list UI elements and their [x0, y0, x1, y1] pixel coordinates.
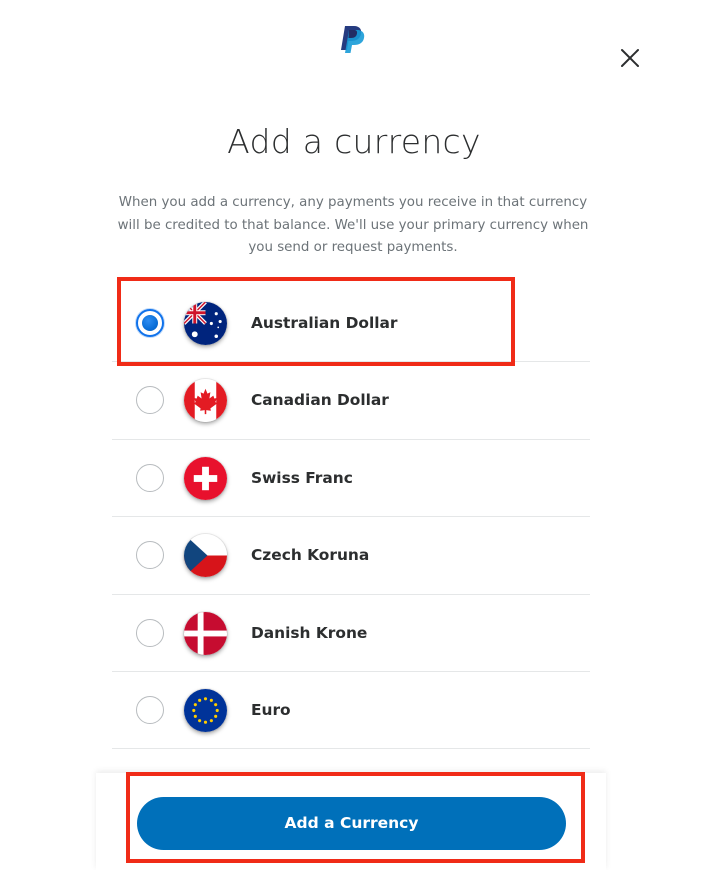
currency-list: Australian Dollar Canadian Dollar Swiss …	[112, 285, 590, 773]
modal-description: When you add a currency, any payments yo…	[117, 195, 589, 255]
currency-option-canadian-dollar[interactable]: Canadian Dollar	[112, 362, 590, 440]
radio-button[interactable]	[136, 386, 164, 415]
close-icon[interactable]	[619, 47, 641, 69]
radio-button-selected[interactable]	[136, 309, 164, 337]
currency-option-euro[interactable]: Euro	[112, 672, 590, 750]
currency-name: Euro	[251, 700, 291, 719]
radio-button[interactable]	[136, 695, 164, 724]
denmark-flag-icon	[184, 611, 227, 655]
currency-name: Australian Dollar	[251, 314, 398, 332]
radio-button[interactable]	[136, 463, 164, 492]
currency-name: Czech Koruna	[251, 546, 370, 565]
currency-name: Canadian Dollar	[251, 391, 389, 410]
currency-option-swiss-franc[interactable]: Swiss Franc	[112, 440, 590, 518]
radio-button[interactable]	[136, 541, 164, 570]
add-currency-button[interactable]: Add a Currency	[137, 797, 566, 850]
currency-option-danish-krone[interactable]: Danish Krone	[112, 595, 590, 672]
canada-flag-icon	[184, 379, 227, 423]
australia-flag-icon	[184, 302, 227, 345]
switzerland-flag-icon	[184, 456, 227, 500]
currency-option-australian-dollar[interactable]: Australian Dollar	[112, 285, 590, 363]
currency-name: Danish Krone	[251, 623, 368, 642]
paypal-logo-icon	[341, 26, 365, 53]
currency-option-czech-koruna[interactable]: Czech Koruna	[112, 517, 590, 595]
currency-name: Swiss Franc	[251, 468, 353, 487]
czech-flag-icon	[184, 534, 227, 578]
modal-title: Add a currency	[227, 122, 481, 161]
eu-flag-icon	[184, 688, 227, 732]
radio-button[interactable]	[136, 618, 164, 647]
